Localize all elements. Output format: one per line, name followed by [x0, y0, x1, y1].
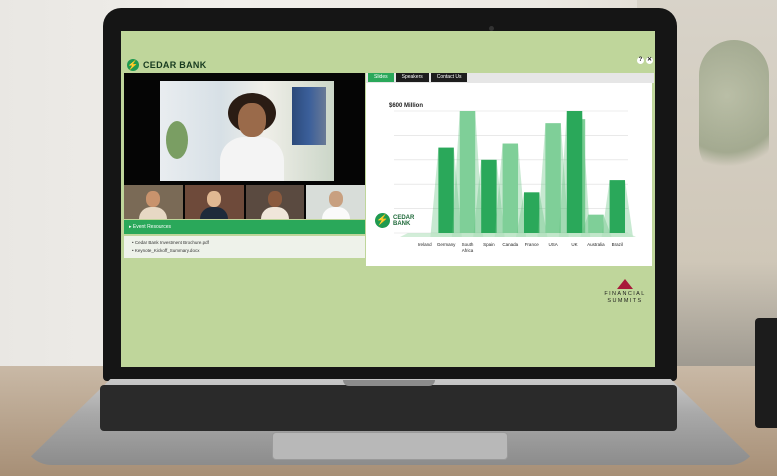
chart-title: $600 Million	[389, 103, 423, 109]
x-tick-label: USA	[548, 242, 557, 247]
chart-bar	[523, 192, 540, 233]
participant-thumb[interactable]	[306, 185, 365, 219]
window-controls: ? ✕	[637, 57, 653, 64]
bookshelf	[292, 87, 326, 145]
brand-name: CEDAR BANK	[143, 60, 207, 70]
chart-bar	[459, 111, 476, 233]
footer-logo-line1: FINANCIAL	[604, 291, 646, 297]
trackpad	[272, 432, 508, 460]
keyboard	[100, 385, 677, 431]
tab-speakers[interactable]: Speakers	[395, 73, 429, 82]
chart-bar	[609, 180, 626, 233]
bar-chart: $600 Million Ireland Germany SouthAfrica Spa…	[389, 103, 636, 253]
x-tick-label: Canada	[502, 242, 518, 247]
mountain-icon	[617, 279, 633, 289]
hinge-notch	[343, 380, 435, 386]
brand-logo: ⚡ CEDAR BANK	[127, 59, 207, 71]
participant-thumbnails	[124, 185, 365, 219]
x-tick-label: Australia	[587, 242, 605, 247]
chart-bar	[566, 111, 583, 233]
main-speaker-video[interactable]	[160, 81, 334, 181]
financial-summits-logo: FINANCIAL SUMMITS	[597, 279, 653, 305]
chart-bar	[588, 214, 604, 233]
x-tick-label: Africa	[462, 248, 474, 253]
slide-logo-line1: CEDAR	[393, 214, 415, 221]
resource-link[interactable]: • Cedar Bank Investment Brochure.pdf	[132, 240, 357, 245]
event-resources-list: • Cedar Bank Investment Brochure.pdf • K…	[124, 236, 365, 258]
speaker-avatar	[220, 93, 284, 181]
background-plant	[699, 40, 769, 180]
event-resources-header[interactable]: ▸ Event Resources	[124, 220, 365, 234]
video-panel[interactable]	[124, 73, 365, 219]
tab-slides[interactable]: Slides	[368, 73, 394, 82]
close-icon[interactable]: ✕	[646, 57, 653, 64]
x-tick-label: France	[525, 242, 540, 247]
x-tick-label: Ireland	[418, 242, 432, 247]
x-tick-label: South	[462, 242, 474, 247]
slides-panel: Slides Speakers Contact Us $600 Million I…	[366, 73, 654, 266]
chart-bar	[502, 143, 519, 233]
participant-thumb[interactable]	[245, 185, 305, 219]
x-tick-label: Germany	[437, 242, 456, 247]
participant-thumb[interactable]	[124, 185, 183, 219]
laptop-screen: ⚡ CEDAR BANK ? ✕ ▸ Event Resources • Ced…	[121, 31, 655, 367]
help-icon[interactable]: ?	[637, 57, 644, 64]
x-tick-label: Spain	[483, 242, 495, 247]
slide-logo-line2: BANK	[393, 220, 411, 227]
tab-contact-us[interactable]: Contact Us	[430, 73, 468, 82]
plant	[166, 121, 188, 159]
footer-logo-line2: SUMMITS	[607, 298, 643, 304]
bolt-icon: ⚡	[375, 213, 390, 228]
x-tick-label: Brazil	[612, 242, 623, 247]
chart-bar	[481, 159, 497, 233]
bolt-icon: ⚡	[127, 59, 139, 71]
chart-bar	[545, 123, 561, 233]
slide-logo: ⚡ CEDAR BANK	[375, 213, 414, 228]
chart-floor	[400, 233, 636, 237]
mug	[755, 318, 777, 428]
resource-link[interactable]: • Keynote_Kickoff_Summary.docx	[132, 248, 357, 253]
participant-thumb[interactable]	[184, 185, 244, 219]
slides-tabs: Slides Speakers Contact Us	[366, 73, 654, 83]
chart-bar	[438, 147, 454, 233]
x-tick-label: UK	[571, 242, 577, 247]
